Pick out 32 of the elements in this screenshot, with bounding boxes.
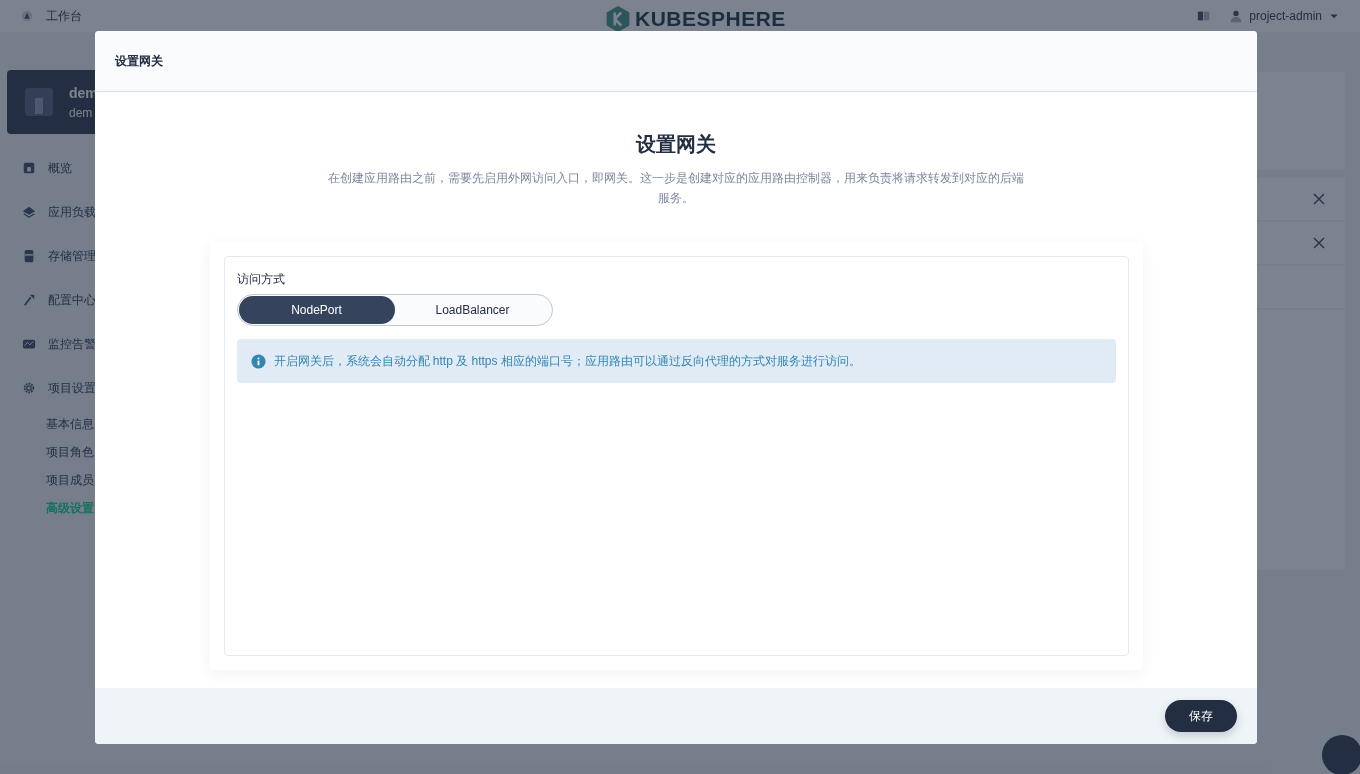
option-tab[interactable]: LoadBalancer: [394, 296, 551, 324]
sidebar-item[interactable]: 项目设置: [7, 366, 223, 410]
sidebar-item[interactable]: 配置中心: [7, 278, 223, 322]
field-label: 访问方式: [236, 271, 286, 288]
workbench-link[interactable]: 工作台: [46, 7, 82, 25]
close-icon[interactable]: [1311, 235, 1327, 251]
close-icon[interactable]: [1311, 191, 1327, 207]
dialog-header: 设置网关: [95, 31, 1257, 92]
book-icon: [1197, 9, 1212, 23]
save-button[interactable]: 保存: [1165, 700, 1237, 732]
sidebar-item[interactable]: 概览: [7, 146, 223, 190]
sidebar-item[interactable]: 存储管理: [7, 234, 223, 278]
help-button[interactable]: [1322, 735, 1360, 774]
settings-icon: [22, 381, 36, 395]
user-icon: [1229, 9, 1244, 23]
dialog-title: 设置网关: [636, 132, 716, 156]
dashboard-icon: [22, 161, 36, 175]
chart-icon: [22, 337, 36, 351]
option-tab[interactable]: NodePort: [238, 296, 395, 324]
info-text: 开启网关后，系统会自动分配 http 及 https 相应的端口号；应用路由可以通过反向代理的方式对服务进行访问。: [273, 353, 861, 370]
info-icon: [250, 353, 266, 369]
layers-icon: [22, 205, 36, 219]
username[interactable]: project-admin: [1249, 7, 1322, 25]
sidebar-item[interactable]: 监控告警: [7, 322, 223, 366]
project-subtitle: dem: [69, 104, 94, 122]
logo-text: KUBESPHERE: [635, 6, 786, 32]
workbench-icon: [20, 9, 34, 23]
storage-icon: [22, 249, 36, 263]
description: 在创建应用路由之前，需要先启用外网访问入口，即网关。这一步是创建对应的应用路由控制器，用来负责将请求转发到对应的后端服务。: [327, 170, 1025, 207]
sidebar-item[interactable]: 应用负载: [7, 190, 223, 234]
wrench-icon: [22, 293, 36, 307]
project-icon: [23, 86, 55, 118]
